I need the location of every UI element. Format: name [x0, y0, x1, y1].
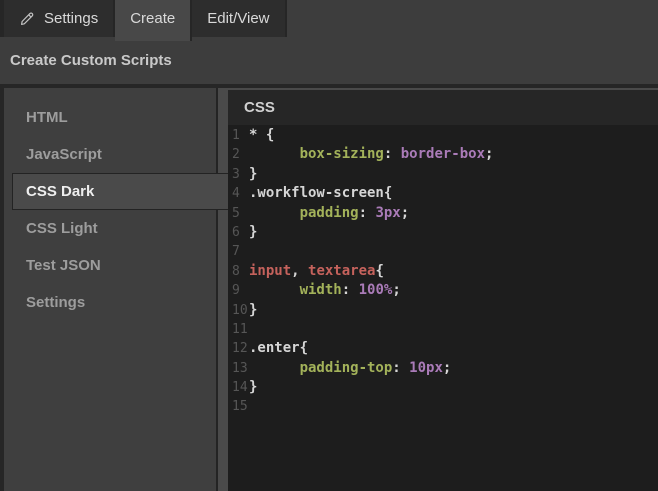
- code-line[interactable]: 1* {: [232, 126, 658, 145]
- line-number: 1: [232, 126, 249, 145]
- line-number: 2: [232, 145, 249, 164]
- code-line[interactable]: 4.workflow-screen{: [232, 184, 658, 203]
- code-text: width: 100%;: [249, 281, 401, 300]
- sidebar: HTML JavaScript CSS Dark CSS Light Test JSON…: [0, 88, 228, 491]
- sidebar-item-javascript[interactable]: JavaScript: [4, 136, 228, 173]
- sidebar-item-label: CSS Dark: [26, 183, 94, 200]
- script-editor-panel: CSS 1* {2 box-sizing: border-box;3}4.wor…: [228, 90, 658, 491]
- sidebar-item-css-light[interactable]: CSS Light: [4, 210, 228, 247]
- code-line[interactable]: 10}: [232, 301, 658, 320]
- code-text: }: [249, 223, 257, 242]
- tab-edit-view[interactable]: Edit/View: [192, 0, 286, 37]
- line-number: 12: [232, 339, 249, 358]
- code-line[interactable]: 15: [232, 397, 658, 416]
- content-area: HTML JavaScript CSS Dark CSS Light Test JSON…: [0, 88, 658, 491]
- line-number: 9: [232, 281, 249, 300]
- editor-title: CSS: [244, 99, 275, 116]
- code-text: }: [249, 378, 257, 397]
- sidebar-item-css-dark[interactable]: CSS Dark: [12, 173, 228, 210]
- tab-settings[interactable]: Settings: [4, 0, 115, 37]
- code-text: padding: 3px;: [249, 204, 409, 223]
- line-number: 10: [232, 301, 249, 320]
- code-line[interactable]: 11: [232, 320, 658, 339]
- sidebar-item-test-json[interactable]: Test JSON: [4, 247, 228, 284]
- sidebar-item-label: HTML: [26, 109, 68, 126]
- code-text: }: [249, 301, 257, 320]
- line-number: 6: [232, 223, 249, 242]
- code-line[interactable]: 6}: [232, 223, 658, 242]
- code-line[interactable]: 3}: [232, 165, 658, 184]
- tab-label: Create: [130, 10, 175, 27]
- line-number: 5: [232, 204, 249, 223]
- tab-label: Settings: [44, 10, 98, 27]
- tab-bar: Settings Create Edit/View: [0, 0, 658, 37]
- code-line[interactable]: 8input, textarea{: [232, 262, 658, 281]
- line-number: 4: [232, 184, 249, 203]
- code-text: * {: [249, 126, 274, 145]
- code-line[interactable]: 14}: [232, 378, 658, 397]
- sidebar-item-html[interactable]: HTML: [4, 99, 228, 136]
- code-line[interactable]: 5 padding: 3px;: [232, 204, 658, 223]
- sidebar-item-label: Test JSON: [26, 257, 101, 274]
- line-number: 14: [232, 378, 249, 397]
- line-number: 11: [232, 320, 249, 339]
- line-number: 8: [232, 262, 249, 281]
- code-text: box-sizing: border-box;: [249, 145, 493, 164]
- sidebar-item-label: Settings: [26, 294, 85, 311]
- page-title: Create Custom Scripts: [10, 52, 172, 69]
- line-number: 13: [232, 359, 249, 378]
- code-text: .workflow-screen{: [249, 184, 392, 203]
- code-line[interactable]: 7: [232, 242, 658, 261]
- sidebar-list: HTML JavaScript CSS Dark CSS Light Test JSON…: [4, 88, 228, 321]
- sidebar-item-settings[interactable]: Settings: [4, 284, 228, 321]
- tab-create[interactable]: Create: [115, 0, 192, 41]
- page-header: Create Custom Scripts: [0, 37, 658, 88]
- code-text: padding-top: 10px;: [249, 359, 451, 378]
- code-line[interactable]: 9 width: 100%;: [232, 281, 658, 300]
- code-text: input, textarea{: [249, 262, 384, 281]
- code-text: .enter{: [249, 339, 308, 358]
- line-number: 7: [232, 242, 249, 261]
- line-number: 15: [232, 397, 249, 416]
- code-editor[interactable]: 1* {2 box-sizing: border-box;3}4.workflo…: [228, 125, 658, 491]
- sidebar-item-label: CSS Light: [26, 220, 98, 237]
- code-line[interactable]: 13 padding-top: 10px;: [232, 359, 658, 378]
- code-line[interactable]: 2 box-sizing: border-box;: [232, 145, 658, 164]
- editor-header: CSS: [228, 90, 658, 125]
- line-number: 3: [232, 165, 249, 184]
- code-line[interactable]: 12.enter{: [232, 339, 658, 358]
- tab-label: Edit/View: [207, 10, 269, 27]
- sidebar-item-label: JavaScript: [26, 146, 102, 163]
- code-text: }: [249, 165, 257, 184]
- pencil-icon: [19, 11, 35, 27]
